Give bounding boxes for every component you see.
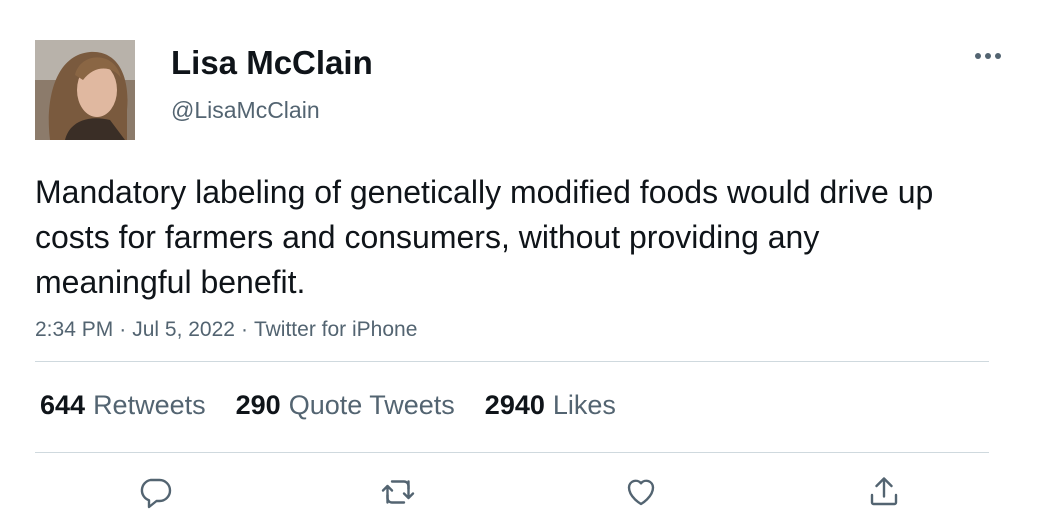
tweet-meta: 2:34 PM · Jul 5, 2022 · Twitter for iPhone (35, 316, 417, 344)
reply-button[interactable] (133, 470, 177, 514)
like-button[interactable] (619, 470, 663, 514)
quote-tweets-count: 290 (235, 389, 281, 420)
meta-separator: · (119, 318, 127, 341)
retweets-stat[interactable]: 644 Retweets (40, 390, 206, 421)
quote-tweets-label: Quote Tweets (288, 389, 455, 420)
avatar-photo (35, 40, 135, 140)
share-icon (870, 477, 898, 506)
reply-icon (140, 478, 172, 509)
retweets-label: Retweets (93, 389, 206, 420)
tweet-text: Mandatory labeling of genetically modifi… (35, 174, 934, 300)
tweet-stats: 644 Retweets 290 Quote Tweets 2940 Likes (40, 388, 646, 422)
tweet-date[interactable]: Jul 5, 2022 (132, 318, 235, 341)
action-bar (35, 470, 989, 520)
quote-tweets-stat[interactable]: 290 Quote Tweets (236, 390, 455, 421)
tweet-time[interactable]: 2:34 PM (35, 318, 113, 341)
likes-count: 2940 (484, 389, 545, 420)
likes-stat[interactable]: 2940 Likes (485, 390, 616, 421)
likes-label: Likes (552, 389, 616, 420)
more-button[interactable] (968, 40, 1008, 72)
retweet-button[interactable] (376, 470, 420, 514)
meta-separator: · (240, 318, 248, 341)
retweet-icon (381, 480, 415, 504)
divider (35, 452, 989, 453)
author-name[interactable]: Lisa McClain (171, 42, 373, 84)
tweet-source[interactable]: Twitter for iPhone (254, 318, 417, 341)
more-horizontal-icon (975, 53, 1001, 59)
heart-icon (627, 479, 655, 506)
author-handle[interactable]: @LisaMcClain (171, 96, 320, 124)
retweets-count: 644 (40, 389, 86, 420)
share-button[interactable] (862, 470, 906, 514)
avatar[interactable] (35, 40, 135, 140)
divider (35, 361, 989, 362)
